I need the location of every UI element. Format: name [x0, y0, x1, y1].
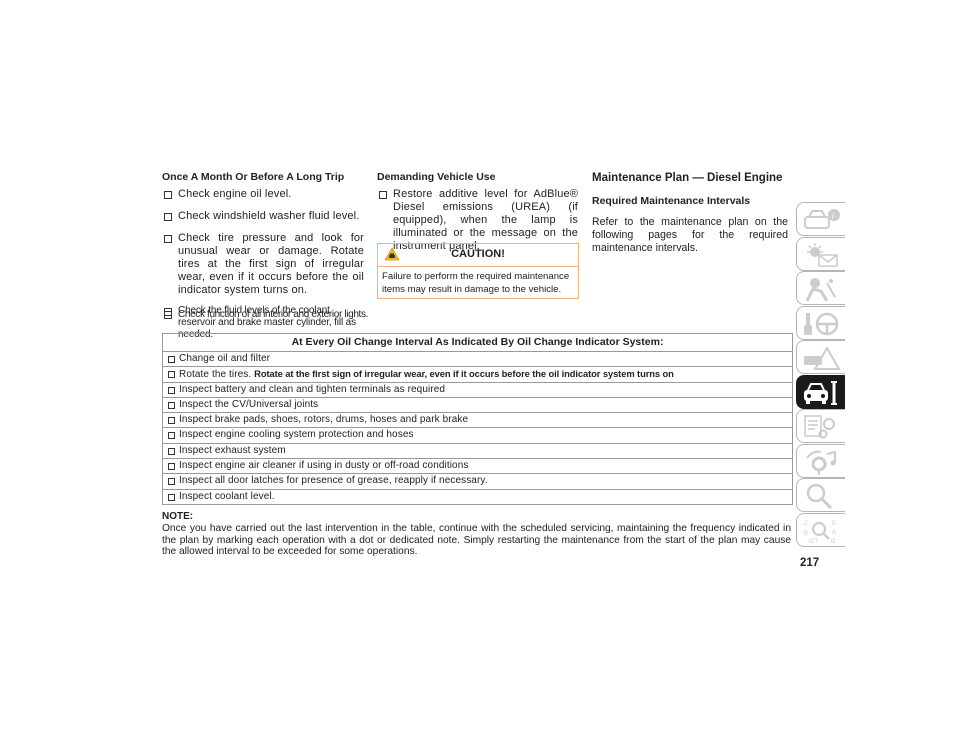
svg-text:D: D [831, 539, 836, 545]
note-block: NOTE: Once you have carried out the last… [162, 511, 791, 558]
maintenance-paragraph: Refer to the maintenance plan on the fol… [592, 216, 788, 254]
chapter-tab[interactable] [796, 409, 845, 443]
caution-box: CAUTION! Failure to perform the required… [377, 243, 579, 299]
note-text: Once you have carried out the last inter… [162, 522, 791, 558]
demanding-use-heading: Demanding Vehicle Use [377, 171, 496, 183]
airbag-seat-icon [805, 278, 836, 302]
table-row: Inspect coolant level. [163, 490, 792, 504]
checkbox-icon [168, 463, 175, 471]
table-row: Change oil and filter [163, 352, 792, 368]
table-body: Change oil and filter Rotate the tires. R… [163, 352, 792, 504]
table-row: Inspect all door latches for presence of… [163, 474, 792, 490]
checklist-item: Check function of all interior and exter… [162, 308, 438, 321]
checkbox-icon [164, 235, 172, 243]
page-number: 217 [800, 557, 820, 569]
search-index-icon [806, 483, 833, 510]
table-row: Inspect engine air cleaner if using in d… [163, 459, 792, 475]
table-row: Inspect the CV/Universal joints [163, 398, 792, 414]
chapter-tab[interactable]: Z B E A ICT D [796, 512, 845, 547]
checkbox-icon [168, 371, 175, 379]
table-row: Inspect exhaust system [163, 444, 792, 460]
svg-text:ICT: ICT [809, 539, 819, 545]
table-row: Rotate the tires. Rotate at the first si… [163, 367, 792, 383]
oil-change-interval-table: At Every Oil Change Interval As Indicate… [162, 333, 793, 505]
chapter-tab[interactable] [796, 374, 845, 409]
chapter-tab[interactable] [796, 340, 845, 374]
chapter-tab[interactable] [796, 478, 845, 512]
caution-header: CAUTION! [378, 244, 578, 267]
checkbox-icon [168, 432, 175, 440]
specs-gear-icon [804, 415, 835, 439]
car-info-icon: i [804, 209, 840, 229]
svg-text:E: E [832, 521, 836, 527]
table-header: At Every Oil Change Interval As Indicate… [163, 334, 792, 352]
checkbox-icon [168, 417, 175, 425]
lights-message-icon [807, 242, 838, 267]
svg-text:B: B [804, 531, 808, 537]
table-row: Inspect brake pads, shoes, rotors, drums… [163, 413, 792, 429]
car-wrench-icon [804, 380, 837, 405]
required-intervals-heading: Required Maintenance Intervals [592, 195, 751, 207]
chapter-tab[interactable] [796, 236, 845, 271]
checklist-item: Check engine oil level. [162, 188, 364, 201]
multimedia-icon [806, 450, 836, 475]
chapter-tab[interactable]: i [796, 202, 845, 236]
checkbox-icon [168, 493, 175, 501]
checkbox-icon [168, 478, 175, 486]
monthly-checks-heading: Once A Month Or Before A Long Trip [162, 171, 345, 183]
checkbox-icon [168, 386, 175, 394]
table-row: Inspect battery and clean and tighten te… [163, 383, 792, 398]
language-index-icon: ZB EA ICT D [804, 521, 836, 545]
checklist-item: Check windshield washer fluid level. [162, 210, 364, 223]
column-maintenance-plan: Maintenance Plan — Diesel Engine Require… [592, 172, 788, 255]
checkbox-icon [164, 311, 172, 319]
car-hazard-icon [804, 345, 841, 370]
checkbox-icon [168, 401, 175, 409]
table-row: Inspect engine cooling system protection… [163, 428, 792, 444]
caution-text: Failure to perform the required maintena… [382, 271, 570, 295]
checkbox-icon [379, 191, 387, 199]
chapter-tab[interactable] [796, 443, 845, 478]
checklist-item: Check tire pressure and look for unusual… [162, 232, 364, 297]
checkbox-icon [168, 447, 175, 455]
chapter-tab[interactable] [796, 271, 845, 305]
svg-text:A: A [832, 530, 836, 536]
key-steering-wheel-icon [804, 312, 839, 335]
note-label: NOTE: [162, 511, 194, 522]
chapter-tab[interactable] [796, 305, 845, 340]
maintenance-plan-title: Maintenance Plan — Diesel Engine [592, 172, 783, 184]
caution-title: CAUTION! [451, 248, 505, 260]
checkbox-icon [164, 191, 172, 199]
checkbox-icon [168, 356, 175, 363]
checkbox-icon [164, 213, 172, 221]
svg-text:Z: Z [804, 521, 808, 527]
column-demanding-use: Demanding Vehicle Use Restore additive l… [377, 171, 578, 253]
